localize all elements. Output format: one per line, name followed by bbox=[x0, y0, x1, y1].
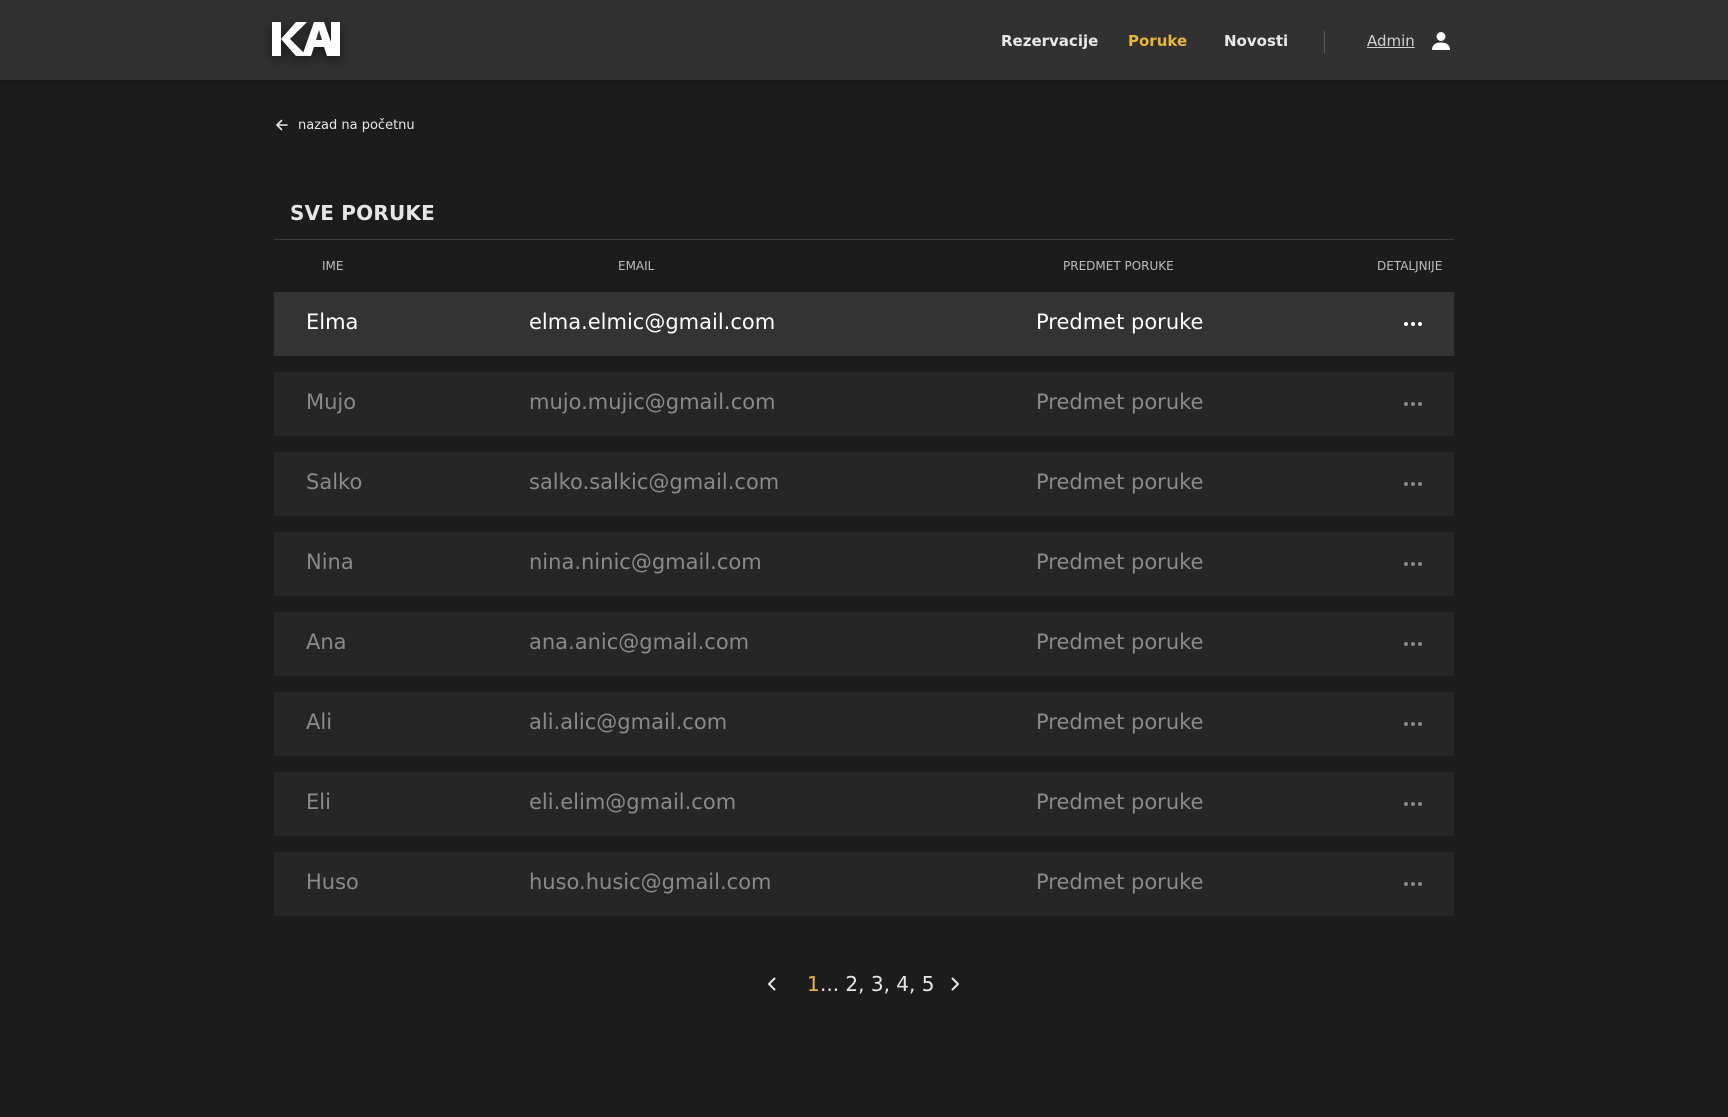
back-link-label: nazad na početnu bbox=[298, 117, 415, 133]
row-email: nina.ninic@gmail.com bbox=[529, 550, 762, 574]
more-horizontal-icon[interactable] bbox=[1400, 794, 1426, 814]
table-row[interactable]: Elma elma.elmic@gmail.com Predmet poruke bbox=[274, 292, 1454, 356]
more-horizontal-icon[interactable] bbox=[1400, 394, 1426, 414]
admin-link[interactable]: Admin bbox=[1367, 32, 1415, 50]
row-name: Salko bbox=[306, 470, 363, 494]
row-subject: Predmet poruke bbox=[1036, 310, 1204, 334]
row-name: Ana bbox=[306, 630, 347, 654]
row-email: eli.elim@gmail.com bbox=[529, 790, 737, 814]
row-email: ana.anic@gmail.com bbox=[529, 630, 750, 654]
row-name: Eli bbox=[306, 790, 331, 814]
table-row[interactable]: Salko salko.salkic@gmail.com Predmet por… bbox=[274, 452, 1454, 516]
table-row[interactable]: Ali ali.alic@gmail.com Predmet poruke bbox=[274, 692, 1454, 756]
row-subject: Predmet poruke bbox=[1036, 390, 1204, 414]
row-subject: Predmet poruke bbox=[1036, 870, 1204, 894]
chevron-left-icon[interactable] bbox=[762, 974, 782, 994]
page-current[interactable]: 1 bbox=[807, 972, 820, 996]
more-horizontal-icon[interactable] bbox=[1400, 874, 1426, 894]
more-horizontal-icon[interactable] bbox=[1400, 714, 1426, 734]
row-name: Elma bbox=[306, 310, 359, 334]
row-subject: Predmet poruke bbox=[1036, 790, 1204, 814]
row-subject: Predmet poruke bbox=[1036, 470, 1204, 494]
page-list[interactable]: ... 2, 3, 4, 5 bbox=[820, 972, 934, 996]
column-header-detaljnije: DETALJNIJE bbox=[1377, 259, 1443, 273]
chevron-right-icon[interactable] bbox=[945, 974, 965, 994]
row-email: mujo.mujic@gmail.com bbox=[529, 390, 776, 414]
more-horizontal-icon[interactable] bbox=[1400, 554, 1426, 574]
column-header-ime: IME bbox=[322, 259, 344, 273]
table-row[interactable]: Nina nina.ninic@gmail.com Predmet poruke bbox=[274, 532, 1454, 596]
table-row[interactable]: Eli eli.elim@gmail.com Predmet poruke bbox=[274, 772, 1454, 836]
table-row[interactable]: Huso huso.husic@gmail.com Predmet poruke bbox=[274, 852, 1454, 916]
user-icon[interactable] bbox=[1430, 30, 1452, 52]
row-name: Ali bbox=[306, 710, 333, 734]
row-subject: Predmet poruke bbox=[1036, 550, 1204, 574]
arrow-left-icon bbox=[276, 119, 288, 131]
row-name: Nina bbox=[306, 550, 354, 574]
row-name: Huso bbox=[306, 870, 359, 894]
table-row[interactable]: Ana ana.anic@gmail.com Predmet poruke bbox=[274, 612, 1454, 676]
kai-logo[interactable] bbox=[272, 20, 342, 60]
more-horizontal-icon[interactable] bbox=[1400, 314, 1426, 334]
row-email: huso.husic@gmail.com bbox=[529, 870, 772, 894]
title-divider bbox=[274, 239, 1454, 240]
row-subject: Predmet poruke bbox=[1036, 710, 1204, 734]
nav-item-poruke[interactable]: Poruke bbox=[1128, 32, 1187, 50]
row-email: ali.alic@gmail.com bbox=[529, 710, 728, 734]
more-horizontal-icon[interactable] bbox=[1400, 474, 1426, 494]
nav-item-novosti[interactable]: Novosti bbox=[1224, 32, 1288, 50]
top-navigation-bar: Rezervacije Poruke Novosti Admin bbox=[0, 0, 1728, 80]
row-email: elma.elmic@gmail.com bbox=[529, 310, 776, 334]
nav-divider bbox=[1324, 31, 1325, 53]
row-subject: Predmet poruke bbox=[1036, 630, 1204, 654]
column-header-predmet: PREDMET PORUKE bbox=[1063, 259, 1174, 273]
pagination: 1 ... 2, 3, 4, 5 bbox=[0, 972, 1728, 998]
page-title: SVE PORUKE bbox=[290, 201, 435, 225]
table-row[interactable]: Mujo mujo.mujic@gmail.com Predmet poruke bbox=[274, 372, 1454, 436]
row-email: salko.salkic@gmail.com bbox=[529, 470, 780, 494]
more-horizontal-icon[interactable] bbox=[1400, 634, 1426, 654]
nav-item-rezervacije[interactable]: Rezervacije bbox=[1001, 32, 1098, 50]
column-header-email: EMAIL bbox=[618, 259, 655, 273]
row-name: Mujo bbox=[306, 390, 357, 414]
back-to-home-link[interactable]: nazad na početnu bbox=[274, 117, 415, 133]
